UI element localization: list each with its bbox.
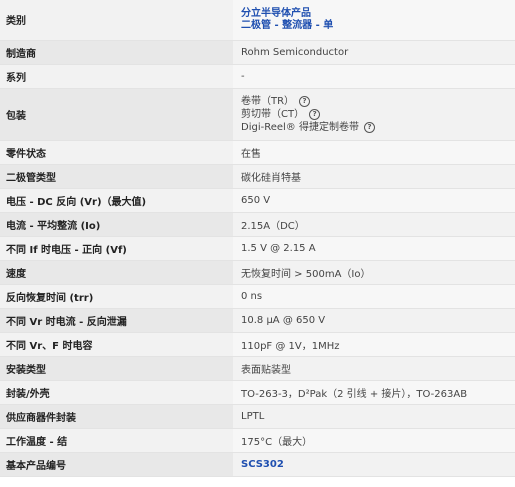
question-circle-icon[interactable]: ?	[309, 108, 321, 120]
spec-label: 系列	[0, 64, 233, 88]
spec-row-mounting-type: 安装类型 表面贴装型	[0, 356, 515, 380]
spec-label: 制造商	[0, 40, 233, 64]
spec-row-manufacturer: 制造商 Rohm Semiconductor	[0, 40, 515, 64]
question-circle-icon[interactable]: ?	[363, 121, 375, 133]
spec-value: 分立半导体产品 二极管 - 整流器 - 单	[233, 0, 515, 40]
packaging-option: 剪切带（CT） ?	[241, 108, 515, 121]
spec-label: 包装	[0, 88, 233, 140]
spec-row-diode-type: 二极管类型 碳化硅肖特基	[0, 164, 515, 188]
spec-row-reverse-leakage: 不同 Vr 时电流 - 反向泄漏 10.8 µA @ 650 V	[0, 308, 515, 332]
packaging-label: 剪切带（CT）	[241, 108, 305, 120]
packaging-label: Digi-Reel® 得捷定制卷带	[241, 121, 359, 133]
packaging-option: 卷带（TR） ?	[241, 95, 515, 108]
spec-row-reverse-recovery: 反向恢复时间 (trr) 0 ns	[0, 284, 515, 308]
spec-value: Rohm Semiconductor	[233, 40, 515, 64]
spec-label: 供应商器件封装	[0, 404, 233, 428]
spec-value: TO-263-3，D²Pak（2 引线 + 接片），TO-263AB	[233, 380, 515, 404]
spec-label: 不同 Vr、F 时电容	[0, 332, 233, 356]
spec-value: 175°C（最大）	[233, 428, 515, 452]
spec-label: 工作温度 - 结	[0, 428, 233, 452]
spec-label: 封装/外壳	[0, 380, 233, 404]
spec-value: 1.5 V @ 2.15 A	[233, 236, 515, 260]
question-circle-icon[interactable]: ?	[299, 95, 311, 107]
spec-value: 110pF @ 1V，1MHz	[233, 332, 515, 356]
spec-label: 速度	[0, 260, 233, 284]
spec-label: 不同 Vr 时电流 - 反向泄漏	[0, 308, 233, 332]
spec-value: 2.15A（DC）	[233, 212, 515, 236]
spec-row-supplier-package: 供应商器件封装 LPTL	[0, 404, 515, 428]
spec-value: 650 V	[233, 188, 515, 212]
spec-row-series: 系列 -	[0, 64, 515, 88]
spec-value: 表面贴装型	[233, 356, 515, 380]
spec-value: LPTL	[233, 404, 515, 428]
spec-value: SCS302	[233, 452, 515, 476]
spec-row-packaging: 包装 卷带（TR） ? 剪切带（CT） ? Digi-Reel® 得捷定制卷带 …	[0, 88, 515, 140]
subcategory-link[interactable]: 二极管 - 整流器 - 单	[241, 20, 515, 32]
spec-label: 二极管类型	[0, 164, 233, 188]
spec-value: 0 ns	[233, 284, 515, 308]
packaging-option: Digi-Reel® 得捷定制卷带 ?	[241, 121, 515, 134]
specs-table: 类别 分立半导体产品 二极管 - 整流器 - 单 制造商 Rohm Semico…	[0, 0, 515, 477]
spec-row-part-status: 零件状态 在售	[0, 140, 515, 164]
spec-row-capacitance: 不同 Vr、F 时电容 110pF @ 1V，1MHz	[0, 332, 515, 356]
spec-row-category: 类别 分立半导体产品 二极管 - 整流器 - 单	[0, 0, 515, 40]
spec-label: 基本产品编号	[0, 452, 233, 476]
spec-label: 电流 - 平均整流 (Io)	[0, 212, 233, 236]
spec-value: 无恢复时间 > 500mA（Io）	[233, 260, 515, 284]
spec-value: 10.8 µA @ 650 V	[233, 308, 515, 332]
spec-value: -	[233, 64, 515, 88]
spec-value: 卷带（TR） ? 剪切带（CT） ? Digi-Reel® 得捷定制卷带 ?	[233, 88, 515, 140]
spec-value: 碳化硅肖特基	[233, 164, 515, 188]
base-product-link[interactable]: SCS302	[241, 459, 284, 470]
spec-row-forward-voltage: 不同 If 时电压 - 正向 (Vf) 1.5 V @ 2.15 A	[0, 236, 515, 260]
spec-label: 零件状态	[0, 140, 233, 164]
spec-label: 电压 - DC 反向 (Vr)（最大值)	[0, 188, 233, 212]
spec-row-speed: 速度 无恢复时间 > 500mA（Io）	[0, 260, 515, 284]
spec-value: 在售	[233, 140, 515, 164]
spec-row-voltage-dc-reverse: 电压 - DC 反向 (Vr)（最大值) 650 V	[0, 188, 515, 212]
spec-row-current-rectified: 电流 - 平均整流 (Io) 2.15A（DC）	[0, 212, 515, 236]
packaging-label: 卷带（TR）	[241, 95, 295, 107]
spec-label: 安装类型	[0, 356, 233, 380]
spec-label: 类别	[0, 0, 233, 40]
spec-label: 反向恢复时间 (trr)	[0, 284, 233, 308]
spec-label: 不同 If 时电压 - 正向 (Vf)	[0, 236, 233, 260]
category-link[interactable]: 分立半导体产品	[241, 8, 515, 20]
spec-row-package-case: 封装/外壳 TO-263-3，D²Pak（2 引线 + 接片），TO-263AB	[0, 380, 515, 404]
spec-row-operating-temp: 工作温度 - 结 175°C（最大）	[0, 428, 515, 452]
spec-row-base-product-number: 基本产品编号 SCS302	[0, 452, 515, 476]
